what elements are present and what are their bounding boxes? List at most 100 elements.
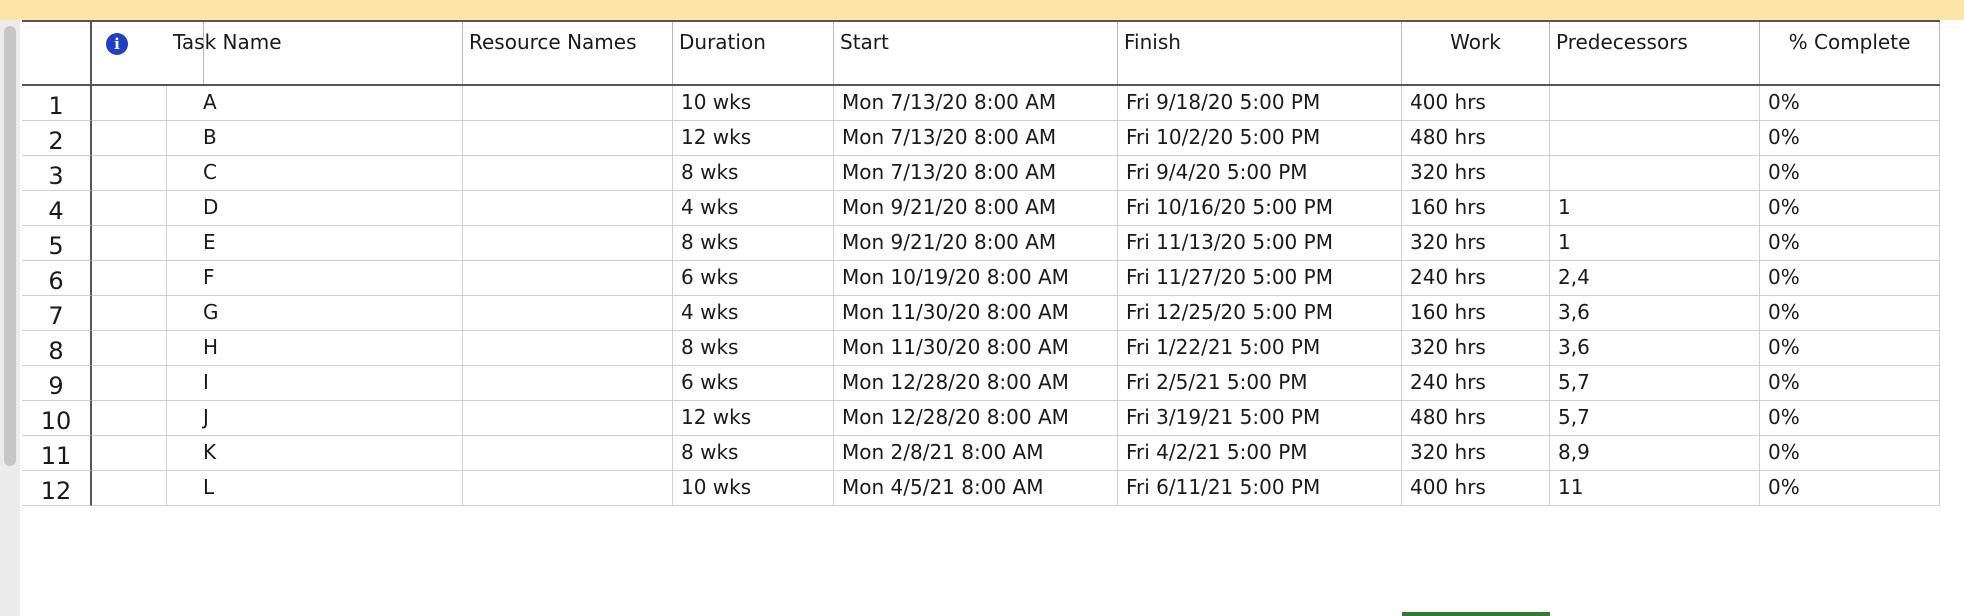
row-number[interactable]: 1 bbox=[22, 86, 92, 121]
resource-names-cell[interactable] bbox=[463, 296, 673, 331]
work-cell[interactable]: 320 hrs bbox=[1402, 331, 1550, 366]
predecessors-cell[interactable]: 5,7 bbox=[1550, 366, 1760, 401]
resource-names-cell[interactable] bbox=[463, 261, 673, 296]
indicator-cell[interactable] bbox=[92, 261, 167, 296]
percent-complete-cell[interactable]: 0% bbox=[1760, 226, 1940, 261]
column-header-resource-names[interactable]: Resource Names bbox=[463, 22, 673, 84]
finish-cell[interactable]: Fri 10/2/20 5:00 PM bbox=[1118, 121, 1402, 156]
work-cell[interactable]: 160 hrs bbox=[1402, 296, 1550, 331]
work-cell[interactable]: 320 hrs bbox=[1402, 156, 1550, 191]
resource-names-cell[interactable] bbox=[463, 86, 673, 121]
task-name-cell[interactable]: G bbox=[167, 296, 463, 331]
indicator-cell[interactable] bbox=[92, 296, 167, 331]
percent-complete-cell[interactable]: 0% bbox=[1760, 261, 1940, 296]
duration-cell[interactable]: 10 wks bbox=[673, 471, 834, 506]
indicator-cell[interactable] bbox=[92, 121, 167, 156]
column-header-start[interactable]: Start bbox=[834, 22, 1118, 84]
column-header-percent-complete[interactable]: % Complete bbox=[1760, 22, 1940, 84]
duration-cell[interactable]: 8 wks bbox=[673, 156, 834, 191]
percent-complete-cell[interactable]: 0% bbox=[1760, 296, 1940, 331]
table-row[interactable]: 3 C 8 wks Mon 7/13/20 8:00 AM Fri 9/4/20 5:0… bbox=[22, 156, 1940, 191]
start-cell[interactable]: Mon 10/19/20 8:00 AM bbox=[834, 261, 1118, 296]
start-cell[interactable]: Mon 7/13/20 8:00 AM bbox=[834, 156, 1118, 191]
resource-names-cell[interactable] bbox=[463, 401, 673, 436]
work-cell[interactable]: 160 hrs bbox=[1402, 191, 1550, 226]
finish-cell[interactable]: Fri 6/11/21 5:00 PM bbox=[1118, 471, 1402, 506]
duration-cell[interactable]: 10 wks bbox=[673, 86, 834, 121]
row-number[interactable]: 4 bbox=[22, 191, 92, 226]
start-cell[interactable]: Mon 9/21/20 8:00 AM bbox=[834, 191, 1118, 226]
finish-cell[interactable]: Fri 9/4/20 5:00 PM bbox=[1118, 156, 1402, 191]
table-row[interactable]: 1 A 10 wks Mon 7/13/20 8:00 AM Fri 9/18/20 5… bbox=[22, 86, 1940, 121]
select-all-corner[interactable] bbox=[22, 22, 92, 84]
predecessors-cell[interactable]: 1 bbox=[1550, 226, 1760, 261]
task-name-cell[interactable]: J bbox=[167, 401, 463, 436]
finish-cell[interactable]: Fri 2/5/21 5:00 PM bbox=[1118, 366, 1402, 401]
row-number[interactable]: 3 bbox=[22, 156, 92, 191]
duration-cell[interactable]: 8 wks bbox=[673, 436, 834, 471]
table-row[interactable]: 8 H 8 wks Mon 11/30/20 8:00 AM Fri 1/22/21 5… bbox=[22, 331, 1940, 366]
percent-complete-cell[interactable]: 0% bbox=[1760, 331, 1940, 366]
finish-cell[interactable]: Fri 4/2/21 5:00 PM bbox=[1118, 436, 1402, 471]
predecessors-cell[interactable]: 1 bbox=[1550, 191, 1760, 226]
table-row[interactable]: 12 L 10 wks Mon 4/5/21 8:00 AM Fri 6/11/21 5… bbox=[22, 471, 1940, 506]
duration-cell[interactable]: 4 wks bbox=[673, 191, 834, 226]
predecessors-cell[interactable]: 5,7 bbox=[1550, 401, 1760, 436]
predecessors-cell[interactable]: 2,4 bbox=[1550, 261, 1760, 296]
finish-cell[interactable]: Fri 3/19/21 5:00 PM bbox=[1118, 401, 1402, 436]
row-number[interactable]: 12 bbox=[22, 471, 92, 506]
resource-names-cell[interactable] bbox=[463, 471, 673, 506]
percent-complete-cell[interactable]: 0% bbox=[1760, 436, 1940, 471]
percent-complete-cell[interactable]: 0% bbox=[1760, 471, 1940, 506]
row-number[interactable]: 9 bbox=[22, 366, 92, 401]
start-cell[interactable]: Mon 11/30/20 8:00 AM bbox=[834, 331, 1118, 366]
duration-cell[interactable]: 6 wks bbox=[673, 261, 834, 296]
task-name-cell[interactable]: C bbox=[167, 156, 463, 191]
duration-cell[interactable]: 8 wks bbox=[673, 331, 834, 366]
resource-names-cell[interactable] bbox=[463, 331, 673, 366]
work-cell[interactable]: 400 hrs bbox=[1402, 86, 1550, 121]
percent-complete-cell[interactable]: 0% bbox=[1760, 156, 1940, 191]
percent-complete-cell[interactable]: 0% bbox=[1760, 191, 1940, 226]
indicator-cell[interactable] bbox=[92, 401, 167, 436]
indicator-cell[interactable] bbox=[92, 191, 167, 226]
finish-cell[interactable]: Fri 10/16/20 5:00 PM bbox=[1118, 191, 1402, 226]
work-cell[interactable]: 480 hrs bbox=[1402, 121, 1550, 156]
finish-cell[interactable]: Fri 9/18/20 5:00 PM bbox=[1118, 86, 1402, 121]
table-row[interactable]: 4 D 4 wks Mon 9/21/20 8:00 AM Fri 10/16/20 5… bbox=[22, 191, 1940, 226]
start-cell[interactable]: Mon 7/13/20 8:00 AM bbox=[834, 86, 1118, 121]
resource-names-cell[interactable] bbox=[463, 156, 673, 191]
start-cell[interactable]: Mon 11/30/20 8:00 AM bbox=[834, 296, 1118, 331]
table-row[interactable]: 11 K 8 wks Mon 2/8/21 8:00 AM Fri 4/2/21 5:0… bbox=[22, 436, 1940, 471]
finish-cell[interactable]: Fri 12/25/20 5:00 PM bbox=[1118, 296, 1402, 331]
resource-names-cell[interactable] bbox=[463, 121, 673, 156]
scrollbar-thumb[interactable] bbox=[4, 26, 16, 466]
finish-cell[interactable]: Fri 11/13/20 5:00 PM bbox=[1118, 226, 1402, 261]
column-header-task-name[interactable]: Task Name bbox=[167, 22, 463, 84]
column-header-work[interactable]: Work bbox=[1402, 22, 1550, 84]
duration-cell[interactable]: 6 wks bbox=[673, 366, 834, 401]
start-cell[interactable]: Mon 12/28/20 8:00 AM bbox=[834, 401, 1118, 436]
table-row[interactable]: 9 I 6 wks Mon 12/28/20 8:00 AM Fri 2/5/21 5:… bbox=[22, 366, 1940, 401]
predecessors-cell[interactable] bbox=[1550, 86, 1760, 121]
work-cell[interactable]: 320 hrs bbox=[1402, 226, 1550, 261]
task-name-cell[interactable]: D bbox=[167, 191, 463, 226]
work-cell[interactable]: 320 hrs bbox=[1402, 436, 1550, 471]
predecessors-cell[interactable]: 3,6 bbox=[1550, 296, 1760, 331]
predecessors-cell[interactable]: 11 bbox=[1550, 471, 1760, 506]
row-number[interactable]: 6 bbox=[22, 261, 92, 296]
duration-cell[interactable]: 4 wks bbox=[673, 296, 834, 331]
row-number[interactable]: 11 bbox=[22, 436, 92, 471]
predecessors-cell[interactable] bbox=[1550, 121, 1760, 156]
table-row[interactable]: 10 J 12 wks Mon 12/28/20 8:00 AM Fri 3/19/21… bbox=[22, 401, 1940, 436]
task-name-cell[interactable]: F bbox=[167, 261, 463, 296]
column-header-predecessors[interactable]: Predecessors bbox=[1550, 22, 1760, 84]
work-cell[interactable]: 400 hrs bbox=[1402, 471, 1550, 506]
percent-complete-cell[interactable]: 0% bbox=[1760, 366, 1940, 401]
work-cell[interactable]: 480 hrs bbox=[1402, 401, 1550, 436]
indicator-cell[interactable] bbox=[92, 86, 167, 121]
finish-cell[interactable]: Fri 1/22/21 5:00 PM bbox=[1118, 331, 1402, 366]
resource-names-cell[interactable] bbox=[463, 436, 673, 471]
work-cell[interactable]: 240 hrs bbox=[1402, 366, 1550, 401]
task-name-cell[interactable]: L bbox=[167, 471, 463, 506]
